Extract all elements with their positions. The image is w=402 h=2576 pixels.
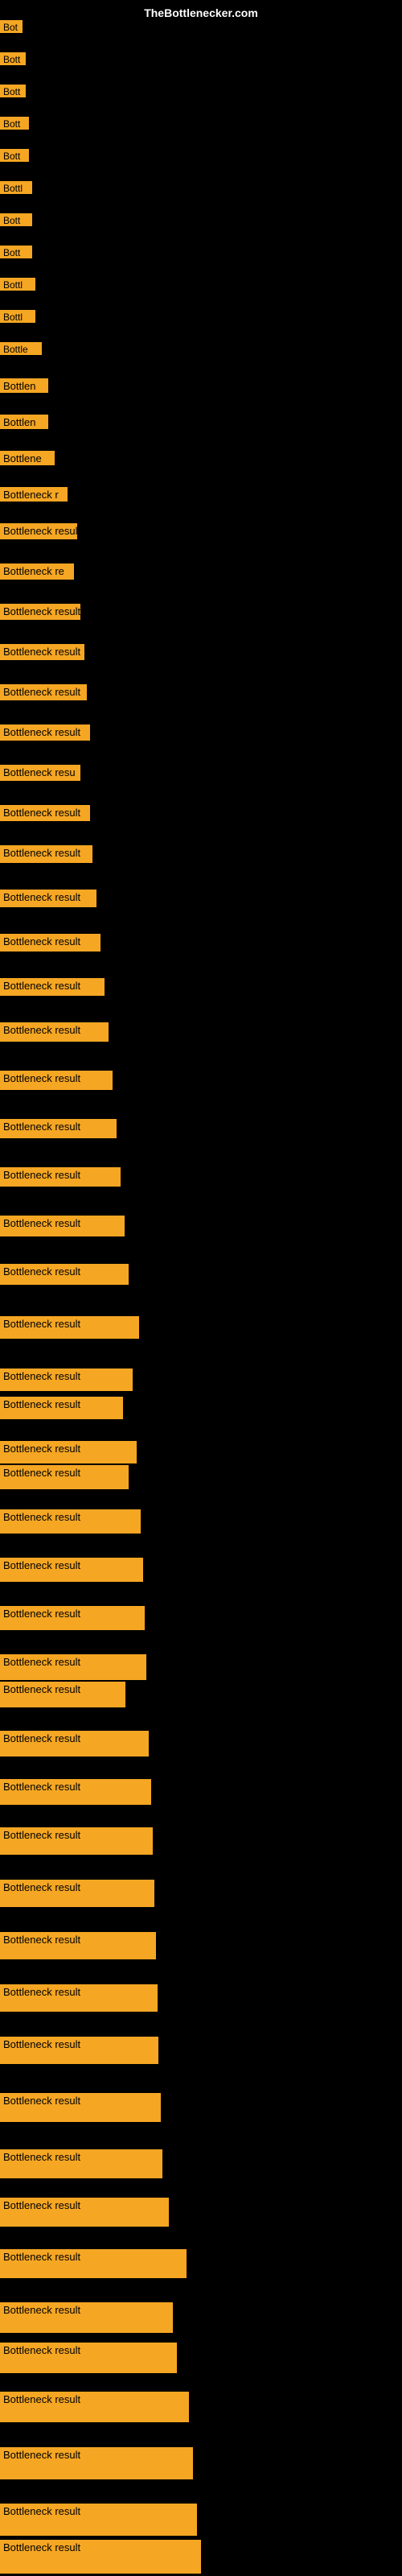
bottleneck-result-item: Bottleneck result: [0, 1264, 129, 1285]
bottleneck-result-item: Bottleneck result: [0, 1984, 158, 2012]
bottleneck-result-item: Bottleneck result: [0, 1465, 129, 1489]
bottleneck-result-item: Bottlene: [0, 451, 55, 465]
site-title: TheBottlenecker.com: [144, 6, 258, 19]
bottleneck-result-item: Bottleneck result: [0, 1316, 139, 1339]
bottleneck-result-item: Bottleneck result: [0, 934, 100, 952]
bottleneck-result-item: Bottleneck result: [0, 1509, 141, 1534]
bottleneck-result-item: Bott: [0, 246, 32, 258]
bottleneck-result-item: Bottleneck result: [0, 1682, 125, 1707]
bottleneck-result-item: Bottleneck result: [0, 2447, 193, 2479]
bottleneck-result-item: Bottleneck result: [0, 2392, 189, 2422]
bottleneck-result-item: Bottleneck re: [0, 564, 74, 580]
bottleneck-result-item: Bottleneck result: [0, 2198, 169, 2227]
bottleneck-result-item: Bottleneck result: [0, 1606, 145, 1630]
bottleneck-result-item: Bottleneck result: [0, 2302, 173, 2333]
bottleneck-result-item: Bottleneck result: [0, 1167, 121, 1187]
bottleneck-result-item: Bottleneck result: [0, 2504, 197, 2536]
bottleneck-result-item: Bottleneck result: [0, 1558, 143, 1582]
bottleneck-result-item: Bottl: [0, 310, 35, 323]
bottleneck-result-item: Bottleneck result: [0, 724, 90, 741]
bottleneck-result-item: Bottleneck resu: [0, 765, 80, 781]
bottleneck-result-item: Bottleneck result: [0, 1932, 156, 1959]
bottleneck-result-item: Bott: [0, 213, 32, 226]
bottleneck-result-item: Bottleneck result: [0, 1654, 146, 1680]
bottleneck-result-item: Bottleneck result: [0, 1119, 117, 1138]
bottleneck-result-item: Bott: [0, 85, 26, 97]
bottleneck-result-item: Bott: [0, 149, 29, 162]
bottleneck-result-item: Bott: [0, 52, 26, 65]
bottleneck-result-item: Bottleneck result: [0, 805, 90, 821]
bottleneck-result-item: Bottlen: [0, 415, 48, 429]
bottleneck-result-item: Bot: [0, 20, 23, 33]
bottleneck-result-item: Bottleneck result: [0, 1368, 133, 1391]
bottleneck-result-item: Bottleneck result: [0, 523, 77, 539]
bottleneck-result-item: Bottleneck result: [0, 2343, 177, 2373]
bottleneck-result-item: Bottleneck result: [0, 604, 80, 620]
bottleneck-result-item: Bottleneck result: [0, 2037, 158, 2064]
bottleneck-result-item: Bottleneck result: [0, 1397, 123, 1419]
bottleneck-result-item: Bottleneck result: [0, 1731, 149, 1757]
bottleneck-result-item: Bottlen: [0, 378, 48, 393]
bottleneck-result-item: Bottleneck result: [0, 978, 105, 996]
bottleneck-result-item: Bottleneck result: [0, 684, 87, 700]
bottleneck-result-item: Bottleneck result: [0, 1779, 151, 1805]
bottleneck-result-item: Bottleneck result: [0, 1880, 154, 1907]
bottleneck-result-item: Bottleneck result: [0, 1216, 125, 1236]
bottleneck-result-item: Bottleneck result: [0, 1022, 109, 1042]
bottleneck-result-item: Bottleneck result: [0, 2540, 201, 2574]
bottleneck-result-item: Bott: [0, 117, 29, 130]
bottleneck-result-item: Bottleneck result: [0, 2149, 162, 2178]
bottleneck-result-item: Bottl: [0, 181, 32, 194]
bottleneck-result-item: Bottleneck result: [0, 890, 96, 907]
bottleneck-result-item: Bottleneck result: [0, 1071, 113, 1090]
bottleneck-result-item: Bottleneck result: [0, 2249, 187, 2278]
bottleneck-result-item: Bottle: [0, 342, 42, 355]
bottleneck-result-item: Bottl: [0, 278, 35, 291]
bottleneck-result-item: Bottleneck r: [0, 487, 68, 502]
bottleneck-result-item: Bottleneck result: [0, 644, 84, 660]
bottleneck-result-item: Bottleneck result: [0, 2093, 161, 2122]
bottleneck-result-item: Bottleneck result: [0, 1827, 153, 1855]
bottleneck-result-item: Bottleneck result: [0, 845, 92, 863]
bottleneck-result-item: Bottleneck result: [0, 1441, 137, 1463]
